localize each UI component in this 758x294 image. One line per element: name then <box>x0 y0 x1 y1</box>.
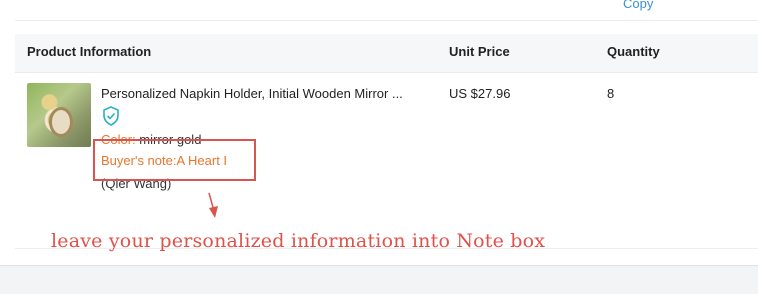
annotation-highlight-box <box>93 139 256 181</box>
annotation-arrow-icon <box>208 192 218 218</box>
unit-price-value: US $27.96 <box>449 86 511 101</box>
product-thumbnail[interactable] <box>27 83 91 147</box>
shield-check-icon <box>103 106 119 126</box>
table-header: Product Information Unit Price Quantity <box>15 34 758 73</box>
copy-link[interactable]: Copy <box>623 0 653 11</box>
product-image-detail <box>49 107 73 137</box>
divider <box>15 20 758 21</box>
product-title-link[interactable]: Personalized Napkin Holder, Initial Wood… <box>101 86 403 101</box>
header-quantity: Quantity <box>607 44 660 59</box>
header-product-information: Product Information <box>27 44 152 59</box>
bottom-band <box>0 265 758 294</box>
header-unit-price: Unit Price <box>449 44 510 59</box>
quantity-value: 8 <box>607 86 615 101</box>
annotation-instruction-text: leave your personalized information into… <box>51 230 546 252</box>
